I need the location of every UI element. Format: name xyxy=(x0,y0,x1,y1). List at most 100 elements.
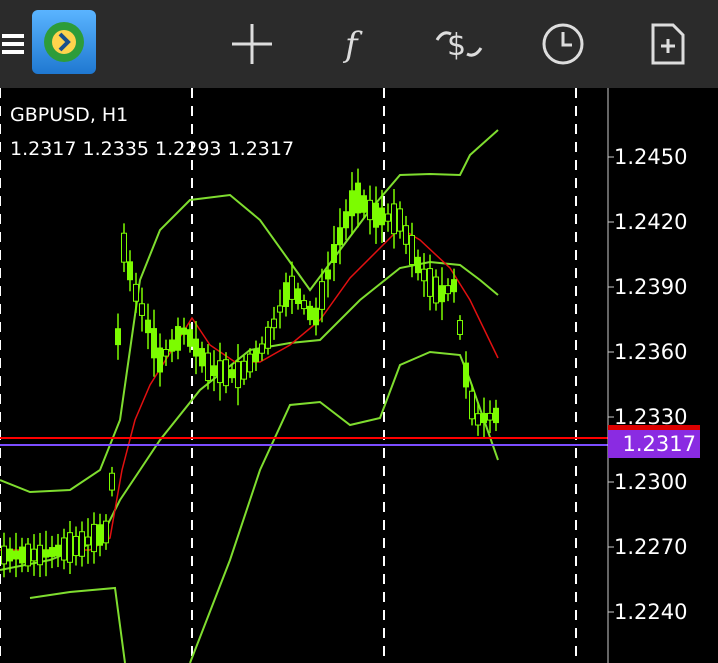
candle-body xyxy=(253,349,259,363)
candle-body xyxy=(325,269,331,280)
price-axis-label: 1.2330 xyxy=(614,405,688,429)
candle-body xyxy=(193,338,199,357)
candle-body xyxy=(415,256,421,274)
candle-body xyxy=(385,213,391,222)
candle-body xyxy=(421,268,427,282)
price-axis-label: 1.2360 xyxy=(614,340,688,364)
candle-body xyxy=(25,543,31,567)
candle-body xyxy=(121,232,127,263)
toolbar: f $ xyxy=(0,0,718,88)
candle-body xyxy=(229,369,235,379)
crosshair-icon[interactable] xyxy=(217,0,287,88)
candle-body xyxy=(187,329,193,347)
candle-body xyxy=(361,195,367,213)
candle-body xyxy=(37,544,43,566)
candle-body xyxy=(199,348,205,367)
candle-body xyxy=(97,524,103,546)
price-chart[interactable] xyxy=(0,88,718,663)
candle-body xyxy=(13,550,19,560)
candle-body xyxy=(55,544,61,557)
candle-body xyxy=(271,318,277,329)
candle-body xyxy=(349,190,355,217)
candle-body xyxy=(211,365,217,377)
candle-body xyxy=(265,326,271,349)
candle-body xyxy=(319,281,325,310)
candle-body xyxy=(175,326,181,351)
chart-symbol: GBPUSD, H1 xyxy=(10,104,129,126)
candle-body xyxy=(139,303,145,316)
candle-body xyxy=(7,548,13,562)
chart-ohlc: 1.2317 1.2335 1.2293 1.2317 xyxy=(10,138,295,160)
candle-body xyxy=(103,520,109,544)
candle-body xyxy=(445,285,451,295)
candle-body xyxy=(295,288,301,305)
candle-body xyxy=(463,362,469,388)
candle-body xyxy=(451,279,457,293)
candle-body xyxy=(439,285,445,303)
candle-body xyxy=(43,549,49,558)
candle-body xyxy=(427,268,433,297)
candle-body xyxy=(67,532,73,563)
price-axis-label: 1.2450 xyxy=(614,145,688,169)
candle-body xyxy=(109,472,115,491)
candle-body xyxy=(355,182,361,214)
svg-text:f: f xyxy=(342,25,363,65)
candle-body xyxy=(487,412,493,421)
candle-body xyxy=(151,328,157,359)
candle-body xyxy=(397,208,403,232)
candle-body xyxy=(379,207,385,226)
candle-body xyxy=(289,275,295,300)
candle-body xyxy=(133,283,139,302)
candle-body xyxy=(307,305,313,321)
candle-body xyxy=(163,349,169,357)
function-icon[interactable]: f xyxy=(320,0,390,88)
current-price-tag: 1.2317 xyxy=(608,430,700,458)
candle-body xyxy=(223,359,229,387)
candle-body xyxy=(145,319,151,334)
candle-body xyxy=(409,234,415,266)
candle-body xyxy=(241,360,247,380)
candle-body xyxy=(259,343,265,354)
candle-body xyxy=(493,407,499,424)
candle-body xyxy=(481,413,487,424)
candle-body xyxy=(475,413,481,426)
candle-body xyxy=(343,211,349,229)
candle-body xyxy=(277,305,283,313)
price-axis-label: 1.2270 xyxy=(614,535,688,559)
trade-icon[interactable]: $ xyxy=(424,0,494,88)
candle-body xyxy=(79,531,85,557)
new-document-icon[interactable] xyxy=(632,0,702,88)
candle-body xyxy=(301,300,307,310)
candle-body xyxy=(313,307,319,326)
app-logo[interactable] xyxy=(32,10,96,74)
candle-body xyxy=(235,361,241,389)
candle-body xyxy=(367,199,373,221)
candle-body xyxy=(337,227,343,246)
candle-body xyxy=(1,545,7,565)
candle-body xyxy=(433,276,439,304)
candle-body xyxy=(181,327,187,335)
candle-body xyxy=(127,261,133,281)
candle-body xyxy=(61,537,67,561)
price-axis-label: 1.2420 xyxy=(614,210,688,234)
candle-body xyxy=(73,535,79,557)
candle-body xyxy=(403,225,409,245)
candle-body xyxy=(457,320,463,335)
candle-body xyxy=(247,353,253,373)
candle-body xyxy=(283,282,289,307)
price-axis-label: 1.2390 xyxy=(614,275,688,299)
candle-body xyxy=(91,523,97,553)
candle-body xyxy=(391,203,397,235)
candle-body xyxy=(19,546,25,564)
clock-icon[interactable] xyxy=(528,0,598,88)
candle-body xyxy=(205,352,211,382)
candle-body xyxy=(217,360,223,384)
price-axis-label: 1.2240 xyxy=(614,600,688,624)
candle-body xyxy=(469,390,475,420)
candle-body xyxy=(331,244,337,263)
candle-body xyxy=(85,536,91,546)
candle-body xyxy=(31,548,37,562)
menu-icon[interactable] xyxy=(0,0,26,88)
candle-body xyxy=(169,339,175,352)
candle-body xyxy=(49,547,55,557)
